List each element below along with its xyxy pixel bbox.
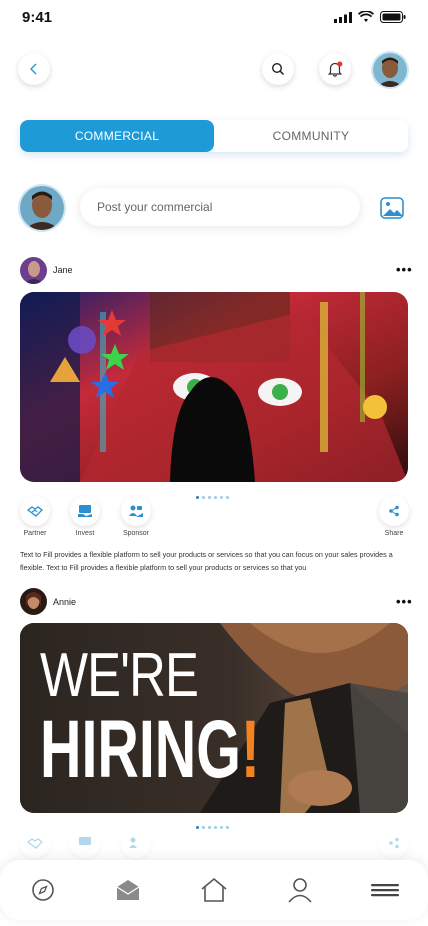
post-author-avatar[interactable] [20,588,47,615]
post-image-pager [196,826,229,829]
avatar-image [20,588,47,615]
image-icon [380,197,404,219]
status-time: 9:41 [22,9,53,26]
invest-label: Invest [75,530,95,537]
search-button[interactable] [262,53,294,85]
hiring-word: HIRING [40,704,241,795]
hiring-headline-line1: WE'RE [40,641,199,710]
chevron-left-icon [30,63,37,75]
partner-label: Partner [23,530,47,537]
share-button[interactable] [379,496,409,526]
feed-tabs: COMMERCIAL COMMUNITY [20,120,408,152]
post-options-button[interactable]: ••• [396,594,413,609]
post-options-button[interactable]: ••• [396,262,413,277]
mail-icon [117,880,140,900]
composer-avatar [20,186,64,230]
sponsor-icon [129,837,137,848]
invest-icon [79,837,91,845]
share-label: Share [384,530,404,537]
home-icon [201,877,227,902]
search-icon [271,62,285,76]
nav-explore[interactable] [23,870,63,910]
post-image-pager [196,496,229,499]
wifi-icon [358,11,374,22]
hiring-headline-line2: HIRING! [40,707,260,793]
back-button[interactable] [18,53,50,85]
avatar-image [20,257,47,284]
tab-commercial[interactable]: COMMERCIAL [20,120,214,152]
hiring-exclamation: ! [240,704,261,795]
share-icon [389,505,399,517]
handshake-icon [27,838,43,849]
post-author-name[interactable]: Jane [53,265,73,275]
compass-icon [31,879,54,901]
sponsor-button[interactable] [121,828,151,858]
notifications-button[interactable] [319,53,351,85]
handshake-icon [27,506,43,517]
menu-icon [371,884,400,897]
post-image[interactable] [20,292,408,482]
share-icon [389,837,399,849]
post-caption: Text to Fill provides a flexible platfor… [20,550,393,572]
profile-icon [287,878,312,903]
avatar-image [373,53,407,87]
post-input[interactable]: Post your commercial [80,188,360,226]
nav-home[interactable] [194,870,234,910]
post-author-avatar[interactable] [20,257,47,284]
post-author-name[interactable]: Annie [53,597,76,607]
tab-community[interactable]: COMMUNITY [214,120,408,152]
post-image[interactable]: WE'RE HIRING! [20,623,408,813]
invest-button[interactable] [70,496,100,526]
user-avatar[interactable] [373,53,407,87]
battery-icon [380,11,406,23]
partner-button[interactable] [20,828,50,858]
share-button[interactable] [379,828,409,858]
avatar-image [20,186,64,230]
add-image-button[interactable] [379,195,405,221]
nav-messages[interactable] [108,870,148,910]
invest-button[interactable] [70,828,100,858]
sponsor-label: Sponsor [122,530,150,537]
signal-icon [334,11,352,23]
bottom-nav [0,860,428,920]
partner-button[interactable] [20,496,50,526]
status-icons [334,11,406,23]
invest-icon [78,505,92,517]
sponsor-button[interactable] [121,496,151,526]
nav-menu[interactable] [365,870,405,910]
bell-icon [327,61,343,77]
nav-profile[interactable] [280,870,320,910]
sponsor-icon [129,505,143,517]
